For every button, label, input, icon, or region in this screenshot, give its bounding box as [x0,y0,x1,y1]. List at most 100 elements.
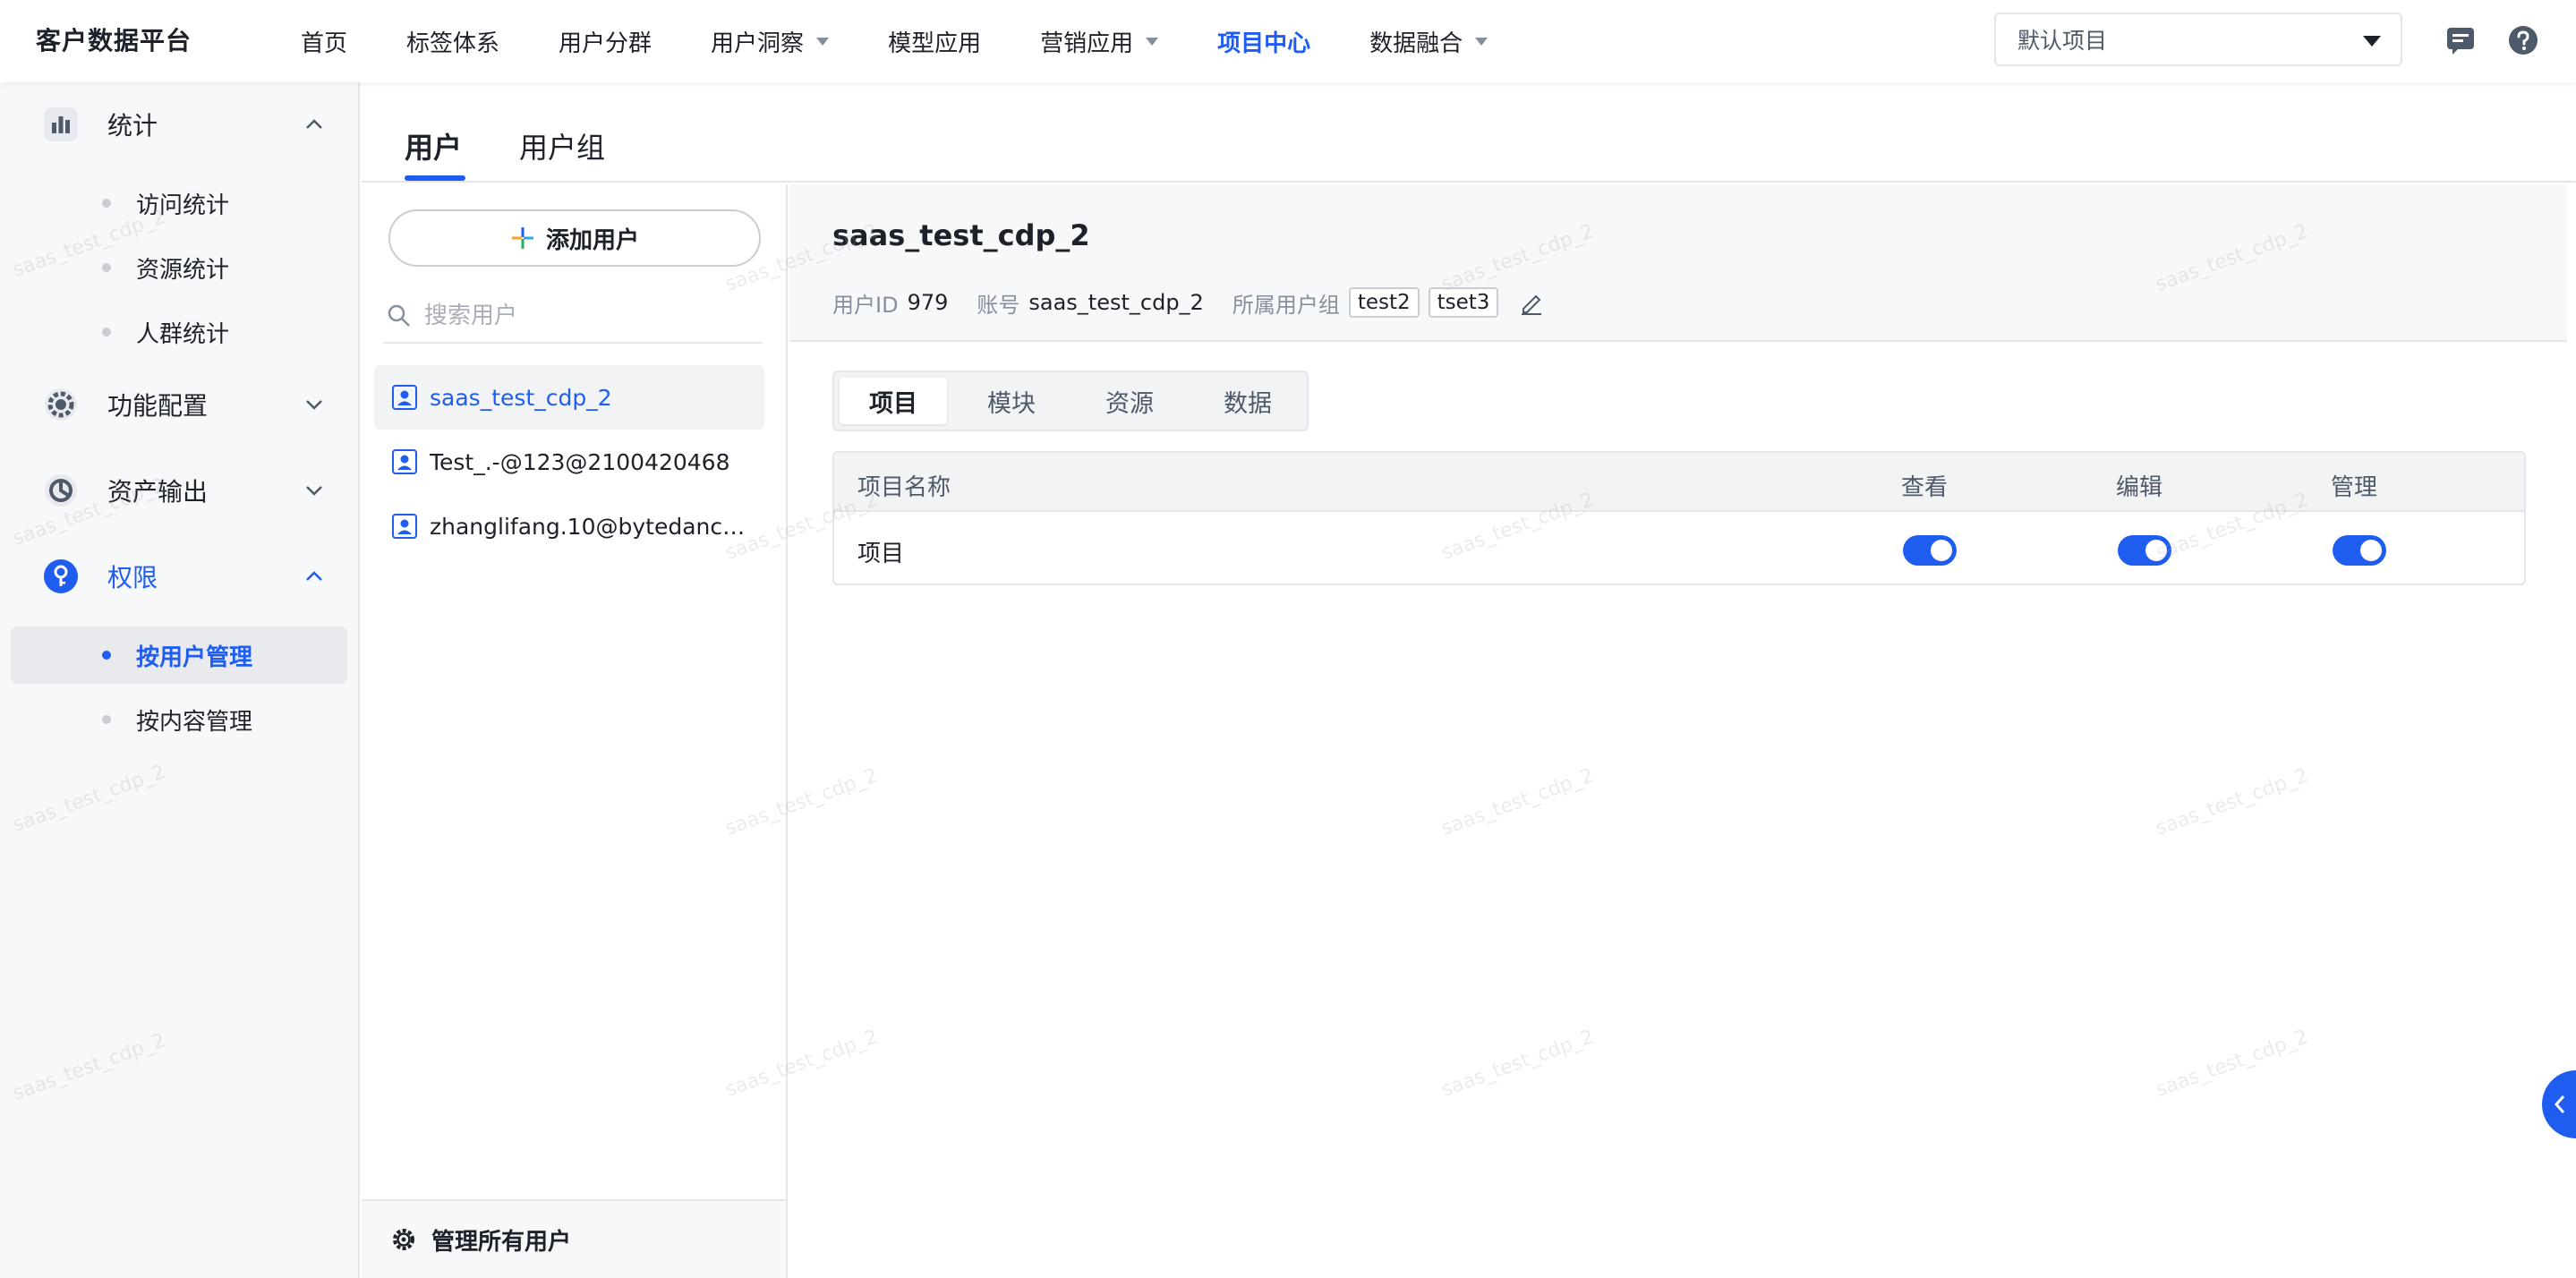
sidebar-item-resource-stats[interactable]: 资源统计 [11,239,347,296]
user-meta: 用户ID 979 账号 saas_test_cdp_2 所属用户组 test2 … [832,285,1545,320]
sidebar-item-label: 访问统计 [136,192,230,219]
view-toggle[interactable] [1903,535,1957,566]
add-user-label: 添加用户 [545,226,639,254]
watermark-text: saas_test_cdp_2 [1438,764,1598,840]
collapse-panel-button[interactable] [2542,1070,2576,1138]
nav-marketing-apps[interactable]: 营销应用 [1040,0,1159,82]
gear-icon [393,1229,414,1250]
sidebar-group-asset-export[interactable]: 资产输出 [0,458,360,523]
edit-icon[interactable] [1518,289,1545,316]
main-tabs: 用户 用户组 [362,82,2576,183]
permission-segment-tabs: 项目 模块 资源 数据 [832,371,1309,431]
segment-resource[interactable]: 资源 [1076,378,1183,424]
chevron-up-icon [306,571,322,581]
sidebar-item-label: 按用户管理 [136,643,253,671]
sidebar: 统计 访问统计 资源统计 人群统计 功能配置 资产输出 权限 按用户管理 按内容… [0,82,360,1278]
plus-icon [511,227,533,249]
add-user-button[interactable]: 添加用户 [388,209,761,267]
bullet-dot [102,199,111,208]
user-list-item[interactable]: zhanglifang.10@bytedance.... [374,494,764,558]
sidebar-item-crowd-stats[interactable]: 人群统计 [11,303,347,361]
caret-down-icon [1146,37,1159,46]
nav-user-segment-label: 用户分群 [559,30,653,57]
sidebar-group-label: 资产输出 [107,477,209,507]
sidebar-item-visit-stats[interactable]: 访问统计 [11,175,347,232]
search-input[interactable] [424,302,746,329]
nav-home-label: 首页 [301,30,348,57]
user-id-label: 用户ID [832,292,899,318]
user-list-pane: 添加用户 saas_test_cdp_2 Test_.-@123@2100420… [362,184,788,1278]
segment-data[interactable]: 数据 [1194,378,1301,424]
user-list-item[interactable]: saas_test_cdp_2 [374,365,764,430]
brand-title[interactable]: 客户数据平台 [36,0,192,82]
sidebar-item-manage-by-content[interactable]: 按内容管理 [11,691,347,748]
user-detail-title: saas_test_cdp_2 [832,218,1090,252]
edit-toggle[interactable] [2118,535,2171,566]
bullet-dot [102,328,111,337]
nav-model-apps[interactable]: 模型应用 [888,0,981,82]
table-header [834,453,2524,512]
bar-chart-icon [44,107,78,141]
sidebar-group-label: 功能配置 [107,391,209,421]
nav-project-center-label: 项目中心 [1217,30,1311,57]
sidebar-item-label: 资源统计 [136,256,230,284]
nav-data-fusion[interactable]: 数据融合 [1369,0,1488,82]
user-detail-header: saas_test_cdp_2 用户ID 979 账号 saas_test_cd… [789,184,2567,342]
sidebar-group-label: 统计 [107,111,158,141]
active-tab-indicator [405,175,465,181]
column-header-project-name: 项目名称 [857,474,951,501]
nav-user-insight[interactable]: 用户洞察 [711,0,830,82]
project-select[interactable]: 默认项目 [1994,13,2402,66]
sidebar-item-manage-by-user[interactable]: 按用户管理 [11,626,347,684]
project-select-value: 默认项目 [2017,28,2108,54]
user-avatar-icon [392,514,417,539]
account-label: 账号 [977,292,1020,318]
nav-tag-system[interactable]: 标签体系 [406,0,499,82]
gear-icon [45,388,77,421]
nav-model-apps-label: 模型应用 [888,30,982,57]
permission-table: 项目名称 查看 编辑 管理 项目 [832,451,2526,585]
group-tag: test2 [1348,287,1420,318]
user-name: saas_test_cdp_2 [430,384,612,411]
caret-down-icon [2363,36,2381,47]
tab-user-groups[interactable]: 用户组 [519,125,605,166]
sidebar-group-statistics[interactable]: 统计 [0,92,360,157]
chevron-left-icon [2554,1095,2565,1113]
user-id-value: 979 [907,290,949,315]
caret-down-icon [816,37,830,46]
caret-down-icon [1475,37,1488,46]
nav-user-segment[interactable]: 用户分群 [559,0,652,82]
help-icon[interactable] [2508,25,2538,55]
manage-toggle[interactable] [2333,535,2386,566]
manage-all-users-button[interactable]: 管理所有用户 [362,1199,786,1278]
column-header-manage: 管理 [2331,474,2378,501]
sidebar-item-label: 按内容管理 [136,708,253,736]
nav-user-insight-label: 用户洞察 [711,30,805,57]
bullet-dot [102,263,111,272]
segment-module[interactable]: 模块 [958,378,1065,424]
chevron-down-icon [306,486,322,496]
main-nav: 首页 标签体系 用户分群 用户洞察 模型应用 营销应用 项目中心 数据融合 [301,0,1547,82]
nav-tag-system-label: 标签体系 [406,30,500,57]
groups-label: 所属用户组 [1232,292,1340,318]
user-search [383,290,763,344]
chevron-up-icon [306,119,322,129]
sidebar-item-label: 人群统计 [136,320,230,348]
nav-data-fusion-label: 数据融合 [1369,30,1463,57]
group-tag: tset3 [1428,287,1499,318]
sidebar-group-label: 权限 [107,563,158,592]
segment-project[interactable]: 项目 [840,378,947,424]
user-list-item[interactable]: Test_.-@123@2100420468 [374,430,764,494]
nav-home[interactable]: 首页 [301,0,347,82]
message-icon[interactable] [2445,25,2476,55]
search-icon [388,304,410,327]
tab-users[interactable]: 用户 [405,125,462,166]
sidebar-group-permissions[interactable]: 权限 [0,544,360,609]
chevron-down-icon [306,400,322,410]
bullet-dot [102,651,111,660]
watermark-text: saas_test_cdp_2 [1438,1026,1598,1102]
nav-project-center[interactable]: 项目中心 [1217,0,1310,82]
user-avatar-icon [392,385,417,410]
user-avatar-icon [392,449,417,474]
sidebar-group-feature-config[interactable]: 功能配置 [0,372,360,437]
